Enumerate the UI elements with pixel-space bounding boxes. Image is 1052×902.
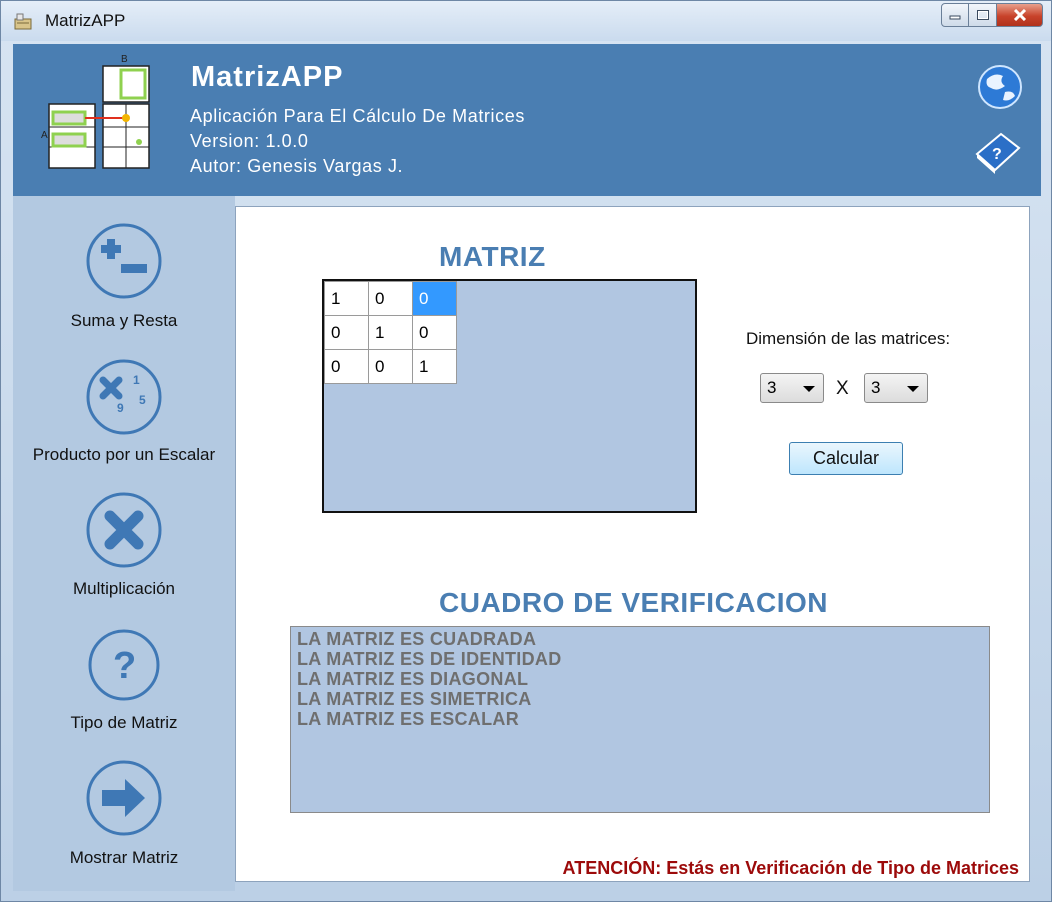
verification-line: LA MATRIZ ES ESCALAR <box>297 709 519 729</box>
matrix-table: 1 0 0 0 1 0 0 0 1 <box>324 281 457 384</box>
svg-text:9: 9 <box>117 401 124 415</box>
verification-line: LA MATRIZ ES CUADRADA <box>297 629 537 649</box>
attention-status: ATENCIÓN: Estás en Verificación de Tipo … <box>562 858 1019 878</box>
main-panel: MATRIZ 1 0 0 0 1 0 0 0 1 Dimensión de la… <box>235 206 1030 882</box>
sidebar-label-multiplicacion: Multiplicación <box>72 579 176 598</box>
close-button[interactable] <box>997 3 1043 27</box>
minimize-button[interactable] <box>941 3 969 27</box>
arrow-right-icon <box>86 760 162 836</box>
window-title: MatrizAPP <box>45 11 126 30</box>
minimize-icon <box>949 15 961 20</box>
chevron-down-icon <box>803 386 815 392</box>
matrix-logo-icon: A B <box>41 54 150 169</box>
matrix-cell[interactable]: 0 <box>324 349 369 384</box>
matrix-cell[interactable]: 1 <box>412 349 457 384</box>
rows-select[interactable]: 3 <box>760 373 824 403</box>
app-header: A B MatrizAPP Aplicación Para El Cálculo… <box>13 44 1041 196</box>
dimension-label: Dimensión de las matrices: <box>746 329 951 348</box>
verification-line: LA MATRIZ ES DE IDENTIDAD <box>297 649 562 669</box>
close-icon <box>1013 9 1026 21</box>
sidebar-nav: Suma y Resta 1 5 9 Producto por un Escal… <box>13 196 235 891</box>
cols-select-value: 3 <box>871 378 881 397</box>
matrix-cell[interactable]: 1 <box>368 315 413 350</box>
maximize-icon <box>976 10 989 20</box>
sidebar-label-tipo-matriz: Tipo de Matriz <box>70 713 178 732</box>
title-bar[interactable]: MatrizAPP <box>1 1 1051 41</box>
matrix-cell-selected[interactable]: 0 <box>412 281 457 316</box>
maximize-button[interactable] <box>969 3 997 27</box>
dimension-x-label: X <box>836 378 849 399</box>
help-book-icon[interactable]: ? <box>973 128 1023 174</box>
matrix-title: MATRIZ <box>439 241 546 272</box>
app-subtitle: Aplicación Para El Cálculo De Matrices <box>190 106 525 126</box>
chevron-down-icon <box>907 386 919 392</box>
matrix-row: 0 0 1 <box>324 349 457 384</box>
sidebar-label-suma-resta: Suma y Resta <box>70 311 178 330</box>
svg-text:1: 1 <box>133 373 140 387</box>
matrix-cell[interactable]: 0 <box>412 315 457 350</box>
calcular-button[interactable]: Calcular <box>789 442 903 475</box>
logo-label-b: B <box>121 54 128 65</box>
verification-line: LA MATRIZ ES SIMETRICA <box>297 689 532 709</box>
app-author: Autor: Genesis Vargas J. <box>190 156 404 176</box>
matrix-row: 0 1 0 <box>324 315 457 350</box>
svg-text:?: ? <box>992 146 1002 163</box>
verification-line: LA MATRIZ ES DIAGONAL <box>297 669 529 689</box>
matrix-cell[interactable]: 0 <box>324 315 369 350</box>
matrix-cell[interactable]: 0 <box>368 281 413 316</box>
matrix-cell[interactable]: 0 <box>368 349 413 384</box>
verification-list[interactable]: LA MATRIZ ES CUADRADA LA MATRIZ ES DE ID… <box>290 626 990 813</box>
multiply-icon <box>86 492 162 568</box>
plus-minus-icon <box>86 223 162 299</box>
rows-select-value: 3 <box>767 378 777 397</box>
app-window: MatrizAPP A B MatrizAPP Aplicación Para … <box>0 0 1052 902</box>
sidebar-label-producto-escalar: Producto por un Escalar <box>32 445 216 464</box>
question-icon: ? <box>88 629 160 701</box>
svg-text:5: 5 <box>139 393 146 407</box>
matrix-grid: 1 0 0 0 1 0 0 0 1 <box>322 279 697 513</box>
app-version: Version: 1.0.0 <box>190 131 309 151</box>
sidebar-label-mostrar-matriz: Mostrar Matriz <box>69 848 179 867</box>
cols-select[interactable]: 3 <box>864 373 928 403</box>
app-icon <box>14 13 32 30</box>
matrix-row: 1 0 0 <box>324 281 457 316</box>
app-title: MatrizAPP <box>191 61 344 93</box>
matrix-cell[interactable]: 1 <box>324 281 369 316</box>
verification-title: CUADRO DE VERIFICACION <box>439 587 829 618</box>
scalar-product-icon: 1 5 9 <box>86 359 162 435</box>
window-controls <box>941 3 1043 29</box>
globe-icon[interactable] <box>977 64 1023 110</box>
logo-label-a: A <box>41 130 48 141</box>
svg-text:?: ? <box>113 645 136 687</box>
